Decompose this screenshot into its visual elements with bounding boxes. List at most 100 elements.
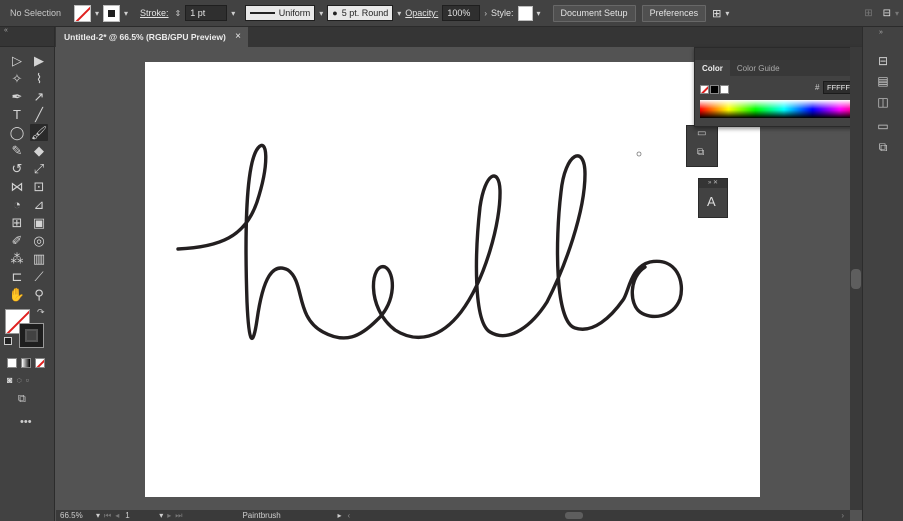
artboard-dropdown-icon[interactable]: ▾ — [159, 511, 163, 520]
zoom-level[interactable]: 66.5% — [56, 511, 92, 520]
prev-artboard-icon[interactable]: ◂ — [115, 511, 119, 520]
appearance-panel-icon[interactable]: ◫ — [873, 93, 893, 111]
swatches-panel-icon[interactable]: ▭ — [697, 128, 706, 139]
lasso-icon[interactable]: ⌇ — [30, 70, 48, 87]
stroke-dropdown-icon[interactable]: ▾ — [124, 9, 128, 18]
style-swatch[interactable] — [517, 5, 533, 21]
rotate-tool-icon[interactable]: ↺ — [8, 160, 26, 177]
color-mode-icon[interactable] — [7, 358, 17, 368]
ellipse-tool-icon[interactable]: ◯ — [8, 124, 26, 141]
fill-swatch[interactable] — [74, 4, 91, 22]
default-colors-icon[interactable] — [4, 337, 12, 345]
artboard[interactable] — [145, 62, 760, 497]
pen-tool-icon[interactable]: ✒ — [8, 88, 26, 105]
mesh-tool-icon[interactable]: ⊞ — [8, 214, 26, 231]
hand-tool-icon[interactable]: ✋ — [8, 286, 26, 303]
magic-wand-icon[interactable]: ✧ — [8, 70, 26, 87]
vertical-scrollbar[interactable] — [850, 47, 862, 510]
eraser-tool-icon[interactable]: ◆ — [30, 142, 48, 159]
shaper-tool-icon[interactable]: ✎ — [8, 142, 26, 159]
opacity-field[interactable]: 100% — [442, 5, 481, 21]
arrange-dropdown-icon[interactable]: ▾ — [725, 9, 729, 18]
draw-normal-icon[interactable]: ◙ — [7, 375, 12, 385]
artboard-number[interactable]: 1 — [125, 511, 155, 520]
draw-behind-icon[interactable]: ◌ — [16, 375, 21, 385]
libraries-panel-icon[interactable]: ▤ — [873, 72, 893, 90]
free-transform-icon[interactable]: ⊡ — [30, 178, 48, 195]
none-mode-icon[interactable] — [35, 358, 45, 368]
status-menu-icon[interactable]: ▸ — [337, 511, 341, 520]
document-tab[interactable]: Untitled-2* @ 66.5% (RGB/GPU Preview) × — [56, 27, 248, 47]
arrange-documents-icon[interactable]: ⊞ — [712, 7, 721, 20]
workspace-dropdown-icon[interactable]: ▾ — [895, 9, 899, 18]
gradient-mode-icon[interactable] — [21, 358, 31, 368]
scroll-right-icon[interactable]: › — [841, 511, 850, 520]
character-panel-icon[interactable]: A — [707, 194, 716, 209]
dock-collapse-icon[interactable]: » — [879, 29, 883, 36]
swap-colors-icon[interactable]: ↷ — [37, 307, 45, 318]
paintbrush-tool-icon[interactable]: 🖌 — [30, 124, 48, 141]
hello-paintbrush-stroke[interactable] — [176, 143, 684, 341]
hello-artwork[interactable] — [145, 62, 760, 497]
first-artboard-icon[interactable]: ⏮ — [104, 511, 111, 521]
gradient-tool-icon[interactable]: ▣ — [30, 214, 48, 231]
shape-builder-icon[interactable]: ◔ — [8, 196, 26, 213]
none-color-swatch[interactable] — [700, 84, 709, 94]
white-color-swatch[interactable] — [720, 84, 729, 94]
brush-definition[interactable]: ● 5 pt. Round — [327, 5, 394, 21]
stroke-stepper-icon[interactable]: ⇕ — [175, 9, 182, 18]
style-dropdown-icon[interactable]: ▾ — [537, 9, 541, 18]
tools-panel-grip[interactable]: « — [0, 27, 54, 47]
symbol-sprayer-icon[interactable]: ⁂ — [8, 250, 26, 267]
fill-dropdown-icon[interactable]: ▾ — [95, 9, 99, 18]
profile-dropdown-icon[interactable]: ▾ — [319, 9, 323, 18]
stroke-color-swatch[interactable] — [19, 323, 44, 348]
stroke-weight-field[interactable]: 1 pt — [185, 5, 228, 21]
edit-toolbar-icon[interactable]: ••• — [20, 416, 32, 428]
last-artboard-icon[interactable]: ⏭ — [175, 511, 182, 521]
blend-tool-icon[interactable]: ◎ — [30, 232, 48, 249]
selection-tool-icon[interactable]: ▷ — [8, 52, 26, 69]
curvature-tool-icon[interactable]: ↗ — [30, 88, 48, 105]
stroke-weight-dropdown-icon[interactable]: ▾ — [231, 9, 235, 18]
column-graph-icon[interactable]: ▥ — [30, 250, 48, 267]
screen-mode-icon[interactable]: ⧉ — [18, 393, 26, 406]
brush-dropdown-icon[interactable]: ▾ — [397, 9, 401, 18]
line-tool-icon[interactable]: ╱ — [30, 106, 48, 123]
preferences-button[interactable]: Preferences — [641, 4, 707, 22]
artboards-dock-icon[interactable]: ⧉ — [873, 138, 893, 156]
zoom-tool-icon[interactable]: ⚲ — [30, 286, 48, 303]
type-tool-icon[interactable]: T — [8, 106, 26, 123]
workspace-switcher-icon[interactable]: ⊟ — [883, 8, 891, 19]
close-tab-icon[interactable]: × — [235, 31, 241, 42]
horizontal-scroll-thumb[interactable] — [565, 512, 584, 519]
properties-panel-icon[interactable]: ⊟ — [873, 52, 893, 70]
perspective-grid-icon[interactable]: ⊿ — [30, 196, 48, 213]
layers-panel-icon[interactable]: ⧉ — [697, 147, 704, 158]
black-color-swatch[interactable] — [710, 84, 719, 94]
slice-tool-icon[interactable]: ⟋ — [30, 268, 48, 285]
vertical-scroll-thumb[interactable] — [851, 269, 861, 289]
character-panel-header[interactable]: » ✕ — [699, 179, 727, 188]
fill-stroke-widget[interactable]: ↷ — [4, 307, 47, 349]
color-spectrum[interactable] — [700, 100, 868, 118]
workspace-grid-icon[interactable]: ⊞ — [864, 8, 872, 19]
zoom-dropdown-icon[interactable]: ▾ — [96, 511, 100, 520]
eyedropper-icon[interactable]: ✐ — [8, 232, 26, 249]
horizontal-scroll-track[interactable] — [350, 512, 841, 519]
next-artboard-icon[interactable]: ▸ — [167, 511, 171, 520]
stroke-label[interactable]: Stroke: — [140, 8, 169, 18]
opacity-label[interactable]: Opacity: — [405, 8, 438, 18]
scale-tool-icon[interactable]: ⤢ — [30, 160, 48, 177]
width-tool-icon[interactable]: ⋈ — [8, 178, 26, 195]
variable-width-profile[interactable]: Uniform — [245, 5, 316, 21]
tab-color-guide[interactable]: Color Guide — [729, 60, 787, 76]
document-setup-button[interactable]: Document Setup — [552, 4, 636, 22]
direct-selection-tool-icon[interactable]: ▶ — [30, 52, 48, 69]
opacity-arrow-icon[interactable]: › — [484, 9, 487, 18]
stroke-swatch[interactable] — [103, 4, 121, 22]
swatches-dock-icon[interactable]: ▭ — [873, 117, 893, 135]
tab-color[interactable]: Color — [695, 60, 730, 76]
draw-inside-icon[interactable]: ▫ — [26, 375, 29, 385]
artboard-tool-icon[interactable]: ⊏ — [8, 268, 26, 285]
